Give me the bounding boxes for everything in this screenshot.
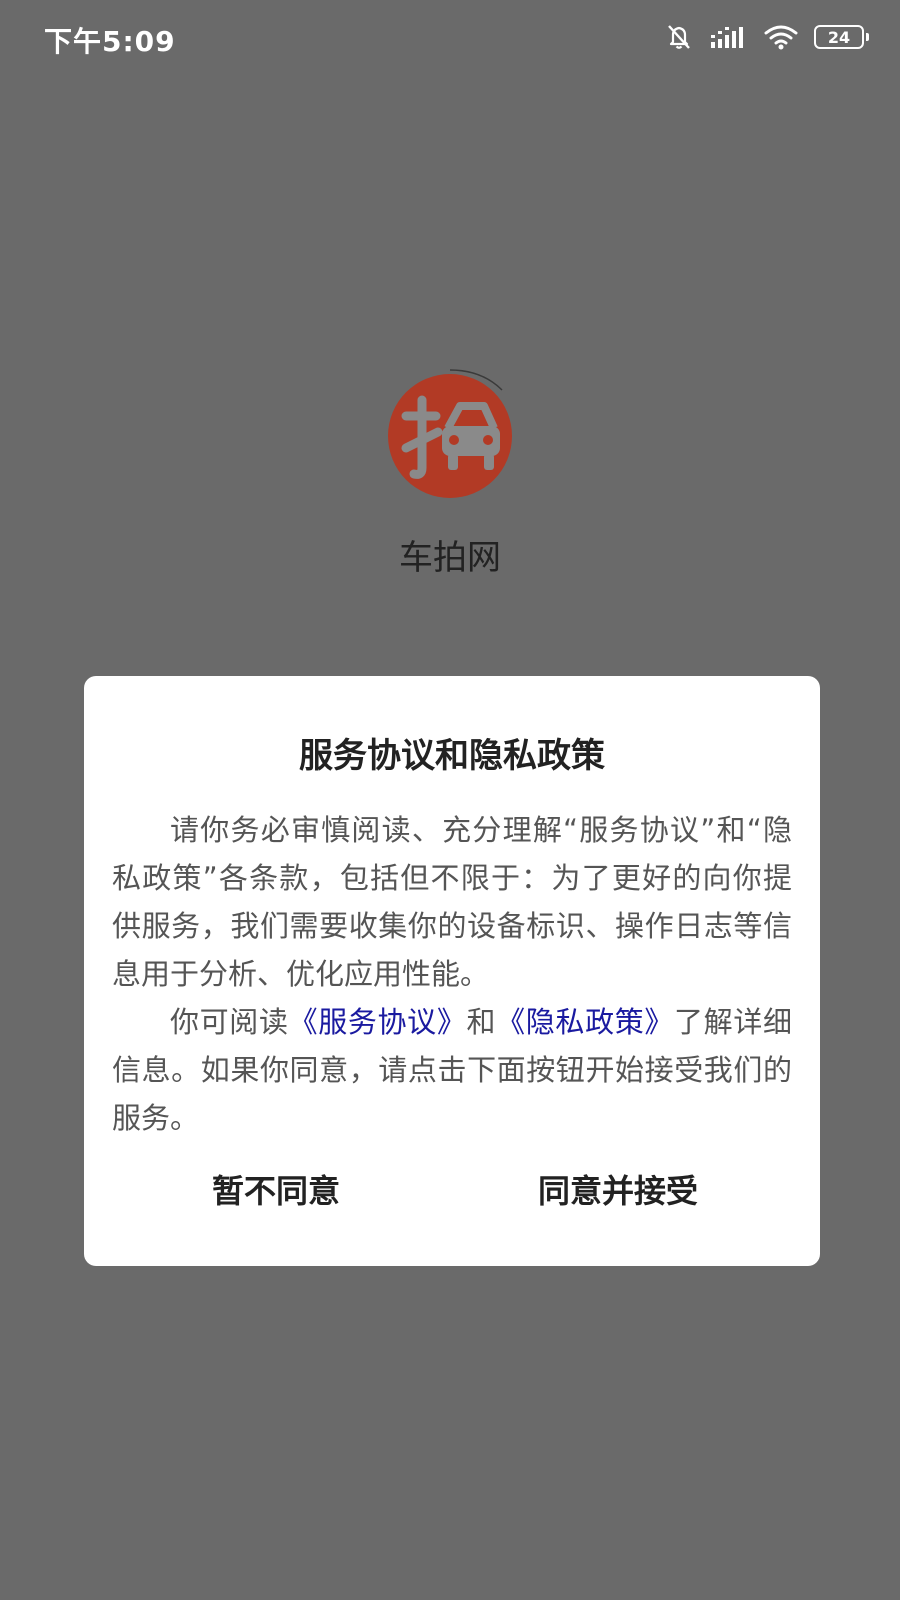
- battery-level: 24: [827, 27, 851, 47]
- dialog-title: 服务协议和隐私政策: [299, 736, 605, 776]
- service-agreement-link[interactable]: 《服务协议》: [289, 1005, 467, 1039]
- battery-icon: 24: [814, 25, 869, 49]
- wifi-icon: [764, 24, 798, 50]
- status-icons: 24: [664, 22, 869, 52]
- status-bar: 下午5:09 24: [0, 0, 900, 80]
- paragraph-links: 你可阅读《服务协议》和《隐私政策》了解详细信息。如果你同意，请点击下面按钮开始接…: [112, 998, 792, 1142]
- privacy-dialog: 服务协议和隐私政策 请你务必审慎阅读、充分理解“服务协议”和“隐私政策”各条款，…: [84, 676, 820, 1266]
- mute-icon: [664, 22, 694, 52]
- agree-button[interactable]: 同意并接受: [538, 1166, 698, 1212]
- signal-icon: [710, 24, 748, 50]
- decline-button[interactable]: 暂不同意: [212, 1166, 340, 1212]
- dialog-body: 请你务必审慎阅读、充分理解“服务协议”和“隐私政策”各条款，包括但不限于：为了更…: [112, 806, 792, 1142]
- paragraph-intro: 请你务必审慎阅读、充分理解“服务协议”和“隐私政策”各条款，包括但不限于：为了更…: [112, 813, 792, 991]
- status-time: 下午5:09: [44, 25, 176, 58]
- app-name: 车拍网: [399, 538, 501, 578]
- paragraph-links-prefix: 你可阅读: [170, 1005, 289, 1039]
- app-logo: [382, 368, 518, 504]
- paragraph-links-and: 和: [466, 1005, 497, 1039]
- privacy-policy-link[interactable]: 《隐私政策》: [496, 1005, 674, 1039]
